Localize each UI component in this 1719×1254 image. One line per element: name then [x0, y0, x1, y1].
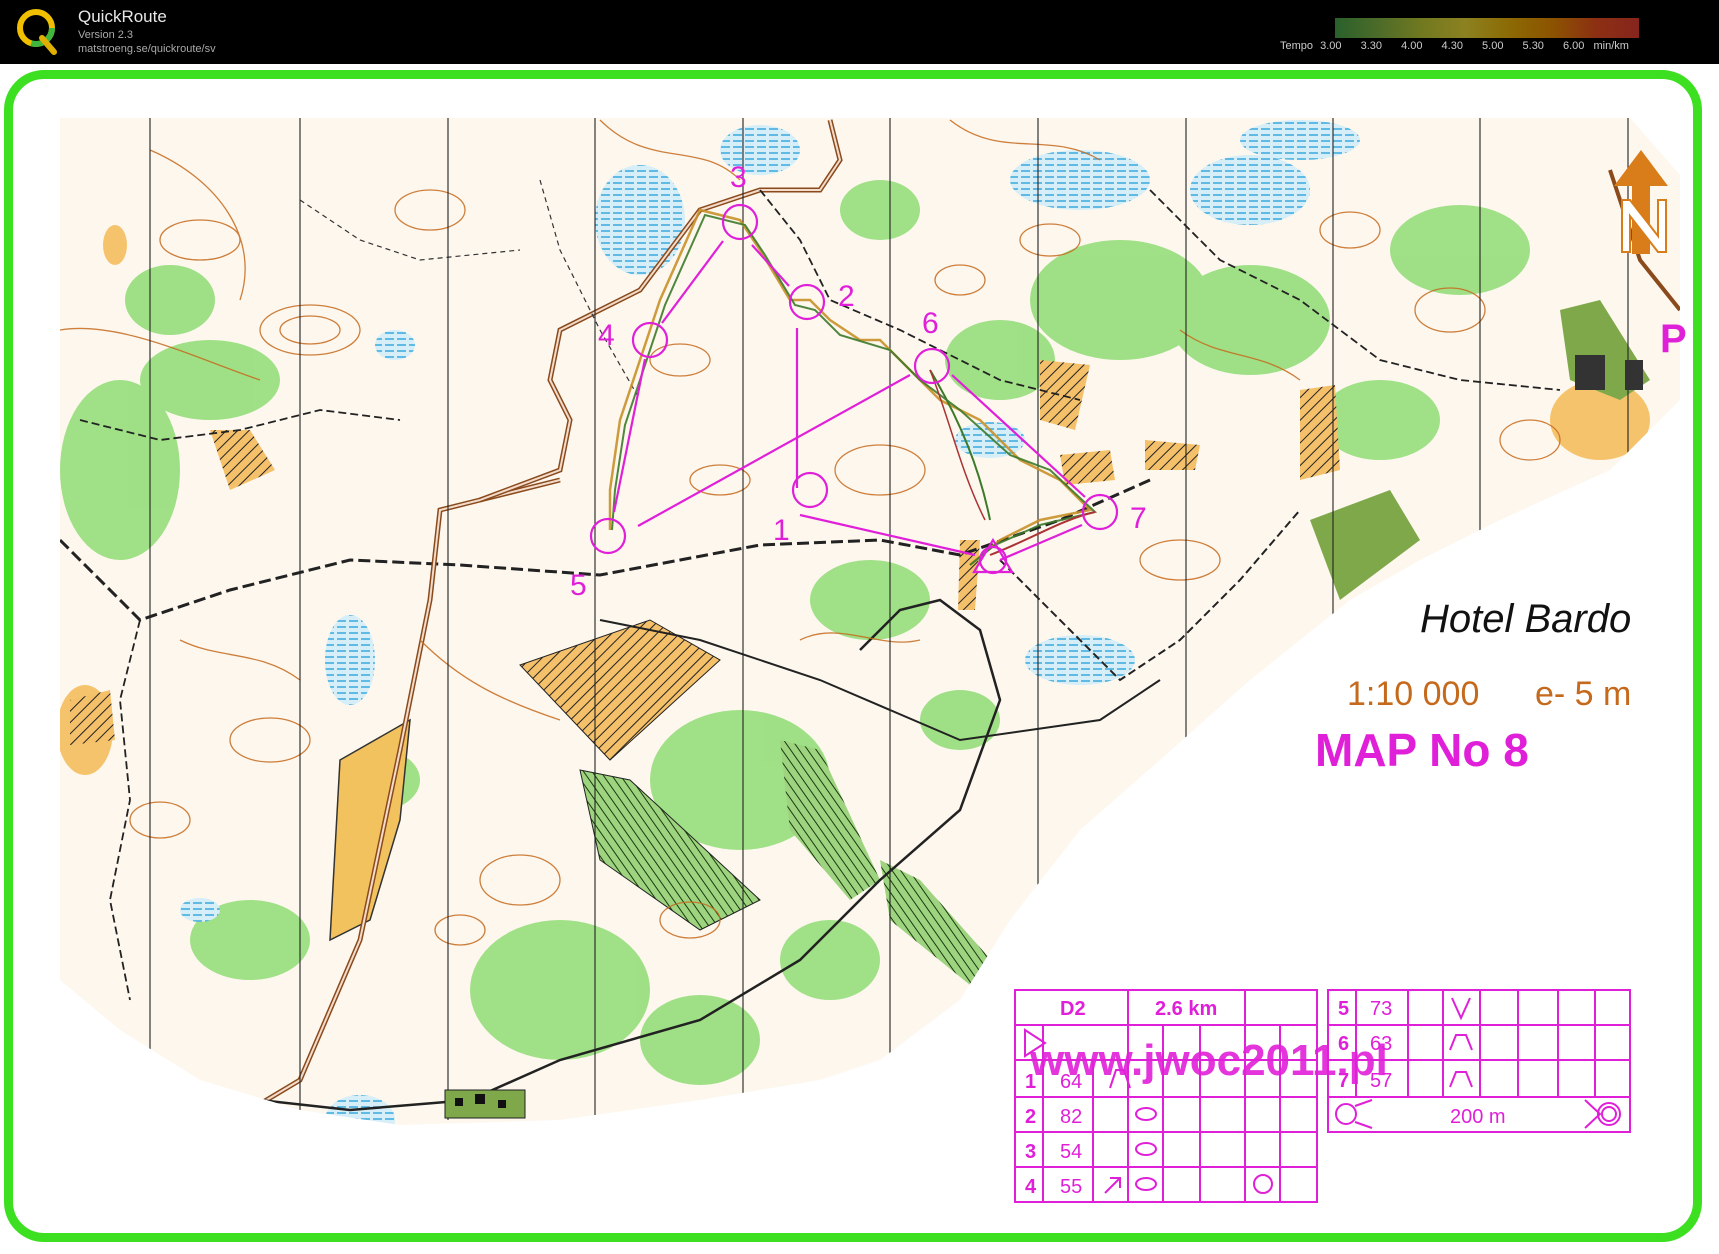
row-seq: 5 [1338, 998, 1349, 1020]
control-number-4: 4 [598, 319, 615, 352]
control-number-1: 1 [773, 514, 790, 547]
row-code: 73 [1370, 998, 1392, 1020]
row-seq: 2 [1025, 1106, 1036, 1128]
course-length: 2.6 km [1155, 998, 1217, 1020]
map-scale: 1:10 000 [1347, 675, 1479, 713]
row-seq: 4 [1025, 1176, 1037, 1198]
control-description-table: D2 2.6 km 1 64 2 82 3 54 4 55 [1014, 989, 1318, 1203]
contour-interval: e- 5 m [1535, 675, 1631, 713]
control-number-2: 2 [838, 280, 855, 313]
map-name: Hotel Bardo [1420, 597, 1631, 641]
map-number: MAP No 8 [1315, 724, 1529, 776]
row-seq: 3 [1025, 1141, 1036, 1163]
control-number-3: 3 [730, 161, 747, 194]
parking-symbol: P [1660, 317, 1687, 361]
row-code: 82 [1060, 1106, 1082, 1128]
control-number-7: 7 [1130, 502, 1147, 535]
row-code: 54 [1060, 1141, 1082, 1163]
row-code: 55 [1060, 1176, 1082, 1198]
finish-distance: 200 m [1450, 1106, 1506, 1128]
orienteering-map[interactable]: 1 2 3 4 5 6 7 P Hotel Bardo 1:10 000 e- … [0, 0, 1719, 1254]
control-number-6: 6 [922, 307, 939, 340]
watermark-url: www.jwoc2011.pl [1029, 1036, 1388, 1085]
control-number-5: 5 [570, 569, 587, 602]
course-class: D2 [1060, 998, 1086, 1020]
